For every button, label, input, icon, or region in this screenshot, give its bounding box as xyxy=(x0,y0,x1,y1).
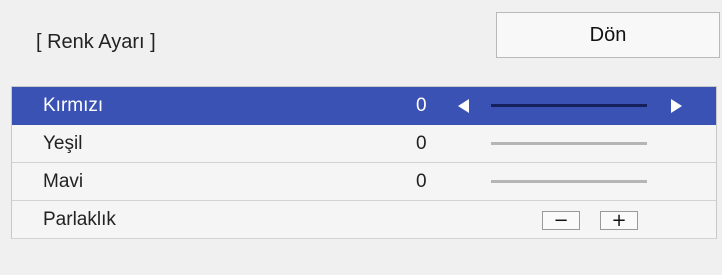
decrease-arrow-icon[interactable] xyxy=(458,99,469,113)
setting-row-green[interactable]: Yeşil 0 xyxy=(12,125,716,163)
setting-value-red: 0 xyxy=(416,95,427,116)
color-settings-list: Kırmızı 0 Yeşil 0 Mavi 0 Parlaklık − + xyxy=(11,86,717,239)
setting-value-blue: 0 xyxy=(416,171,427,192)
brightness-plus-button[interactable]: + xyxy=(600,211,638,230)
brightness-minus-button[interactable]: − xyxy=(542,211,580,230)
setting-row-blue[interactable]: Mavi 0 xyxy=(12,163,716,201)
setting-label-green: Yeşil xyxy=(43,133,83,154)
slider-track-blue[interactable] xyxy=(491,180,647,183)
setting-label-red: Kırmızı xyxy=(43,95,104,116)
increase-arrow-icon[interactable] xyxy=(671,99,682,113)
slider-track-red[interactable] xyxy=(491,104,647,107)
setting-row-brightness[interactable]: Parlaklık − + xyxy=(12,201,716,239)
back-button[interactable]: Dön xyxy=(496,12,720,58)
setting-row-red[interactable]: Kırmızı 0 xyxy=(12,87,716,125)
slider-track-green[interactable] xyxy=(491,142,647,145)
setting-label-brightness: Parlaklık xyxy=(43,209,116,230)
setting-label-blue: Mavi xyxy=(43,171,84,192)
page-title: [ Renk Ayarı ] xyxy=(36,31,156,53)
setting-value-green: 0 xyxy=(416,133,427,154)
